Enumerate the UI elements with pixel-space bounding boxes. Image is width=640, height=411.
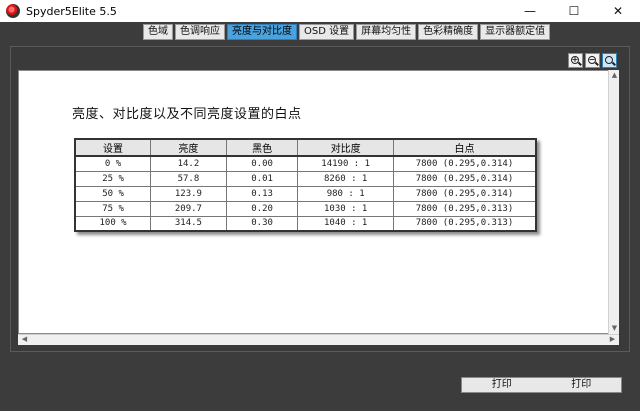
scroll-down-icon[interactable]: ▼	[609, 324, 620, 333]
table-cell: 57.8	[150, 170, 227, 187]
tab-osd-settings[interactable]: OSD 设置	[299, 24, 355, 40]
table-cell: 75 %	[74, 200, 152, 217]
print-button[interactable]: 打印	[462, 378, 542, 392]
print-button-secondary[interactable]: 打印	[542, 378, 622, 392]
tab-screen-uniformity[interactable]: 屏幕均匀性	[356, 24, 417, 40]
scroll-left-icon[interactable]: ◀	[19, 335, 30, 344]
table-cell: 7800 (0.295,0.314)	[392, 170, 537, 187]
table-cell: 314.5	[150, 215, 227, 232]
table-cell: 123.9	[150, 185, 227, 202]
scroll-up-icon[interactable]: ▲	[609, 71, 620, 80]
zoom-fit-button[interactable]	[602, 53, 617, 68]
tab-strip: 色域 色调响应 亮度与对比度 OSD 设置 屏幕均匀性 色彩精确度 显示器额定值	[0, 22, 640, 42]
table-row: 25 % 57.8 0.01 8260 : 1 7800 (0.295,0.31…	[74, 170, 537, 187]
table-cell: 50 %	[74, 185, 152, 202]
results-table-wrapper: 设置 亮度 黑色 对比度 白点 0 % 14.2 0.00 14190 : 1 …	[74, 138, 537, 232]
column-header: 黑色	[225, 138, 299, 157]
horizontal-scrollbar[interactable]: ◀ ▶	[18, 334, 619, 345]
table-cell: 1030 : 1	[297, 200, 394, 217]
table-cell: 7800 (0.295,0.313)	[392, 200, 537, 217]
table-cell: 0 %	[74, 155, 152, 172]
tab-brightness-contrast[interactable]: 亮度与对比度	[227, 24, 297, 40]
table-cell: 7800 (0.295,0.314)	[392, 185, 537, 202]
close-button[interactable]: ✕	[596, 0, 640, 22]
window-controls: — ☐ ✕	[508, 0, 640, 22]
table-cell: 0.00	[225, 155, 299, 172]
table-cell: 0.01	[225, 170, 299, 187]
table-cell: 25 %	[74, 170, 152, 187]
column-header: 设置	[74, 138, 152, 157]
zoom-in-button[interactable]: +	[568, 53, 583, 68]
table-cell: 0.30	[225, 215, 299, 232]
tab-display-rating[interactable]: 显示器额定值	[480, 24, 551, 40]
table-cell: 209.7	[150, 200, 227, 217]
zoom-toolbar: + −	[568, 53, 617, 68]
tab-color-accuracy[interactable]: 色彩精确度	[418, 24, 479, 40]
vertical-scrollbar[interactable]: ▲ ▼	[608, 70, 619, 334]
table-row: 100 % 314.5 0.30 1040 : 1 7800 (0.295,0.…	[74, 215, 537, 232]
report-view: 亮度、对比度以及不同亮度设置的白点 设置 亮度 黑色 对比度 白点 0 % 14…	[18, 70, 619, 334]
table-cell: 7800 (0.295,0.313)	[392, 215, 537, 232]
title-bar: Spyder5Elite 5.5 — ☐ ✕	[0, 0, 640, 22]
column-header: 亮度	[150, 138, 227, 157]
tab-color-gamut[interactable]: 色域	[143, 24, 173, 40]
table-cell: 7800 (0.295,0.314)	[392, 155, 537, 172]
app-logo-icon	[6, 4, 20, 18]
table-cell: 980 : 1	[297, 185, 394, 202]
table-cell: 100 %	[74, 215, 152, 232]
print-bar: 打印 打印	[461, 377, 622, 393]
table-row: 0 % 14.2 0.00 14190 : 1 7800 (0.295,0.31…	[74, 155, 537, 172]
minimize-button[interactable]: —	[508, 0, 552, 22]
zoom-out-button[interactable]: −	[585, 53, 600, 68]
table-header-row: 设置 亮度 黑色 对比度 白点	[74, 138, 537, 157]
table-cell: 14190 : 1	[297, 155, 394, 172]
report-title: 亮度、对比度以及不同亮度设置的白点	[72, 107, 302, 122]
column-header: 白点	[392, 138, 537, 157]
tab-tone-response[interactable]: 色调响应	[175, 24, 225, 40]
results-table: 设置 亮度 黑色 对比度 白点 0 % 14.2 0.00 14190 : 1 …	[74, 138, 537, 232]
tab-list: 色域 色调响应 亮度与对比度 OSD 设置 屏幕均匀性 色彩精确度 显示器额定值	[143, 24, 551, 40]
table-cell: 8260 : 1	[297, 170, 394, 187]
table-row: 75 % 209.7 0.20 1030 : 1 7800 (0.295,0.3…	[74, 200, 537, 217]
table-cell: 14.2	[150, 155, 227, 172]
table-cell: 0.13	[225, 185, 299, 202]
table-cell: 1040 : 1	[297, 215, 394, 232]
window-title: Spyder5Elite 5.5	[26, 4, 117, 18]
maximize-button[interactable]: ☐	[552, 0, 596, 22]
column-header: 对比度	[297, 138, 394, 157]
table-cell: 0.20	[225, 200, 299, 217]
table-row: 50 % 123.9 0.13 980 : 1 7800 (0.295,0.31…	[74, 185, 537, 202]
scroll-right-icon[interactable]: ▶	[607, 335, 618, 344]
